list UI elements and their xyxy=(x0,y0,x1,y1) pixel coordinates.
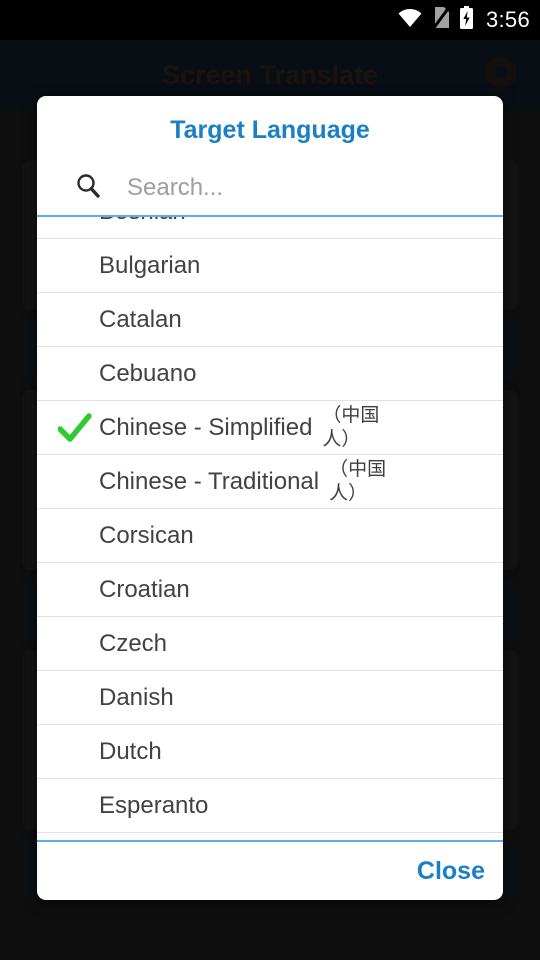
no-sim-icon xyxy=(431,5,452,34)
language-row[interactable]: Cebuano xyxy=(37,347,503,401)
language-row[interactable]: Bulgarian xyxy=(37,239,503,293)
check-icon xyxy=(51,412,99,443)
dialog-title: Target Language xyxy=(170,116,370,144)
wifi-icon xyxy=(397,8,423,33)
language-native-name: （中国人） xyxy=(329,458,387,504)
language-row[interactable]: Bosnian xyxy=(37,217,503,239)
language-label: Corsican xyxy=(99,521,194,549)
language-label: Chinese - Simplified xyxy=(99,413,313,441)
language-row[interactable]: Croatian xyxy=(37,563,503,617)
target-language-dialog: Target Language Search... Bosnian Bulgari… xyxy=(37,96,503,900)
language-label: Catalan xyxy=(99,305,182,333)
language-label: Bulgarian xyxy=(99,251,201,279)
search-icon xyxy=(73,171,103,206)
language-label: Esperanto xyxy=(99,791,209,819)
search-row[interactable]: Search... xyxy=(37,161,503,215)
language-row[interactable]: Estonian xyxy=(37,833,503,840)
language-row[interactable]: Corsican xyxy=(37,509,503,563)
language-label: Cebuano xyxy=(99,359,197,387)
language-row[interactable]: Danish xyxy=(37,671,503,725)
battery-charging-icon xyxy=(459,5,474,35)
dialog-footer: Close xyxy=(37,842,503,900)
language-label: Bosnian xyxy=(99,217,186,226)
language-label: Chinese - Traditional xyxy=(99,467,320,495)
language-label: Czech xyxy=(99,629,168,657)
language-list[interactable]: Bosnian Bulgarian Catalan Cebuano Chinese - … xyxy=(37,215,503,842)
language-label: Danish xyxy=(99,683,174,711)
language-row[interactable]: Dutch xyxy=(37,725,503,779)
language-label: Dutch xyxy=(99,737,162,765)
language-row[interactable]: Chinese - Simplified （中国人） xyxy=(37,401,503,455)
language-row[interactable]: Chinese - Traditional （中国人） xyxy=(37,455,503,509)
language-label: Croatian xyxy=(99,575,190,603)
language-row[interactable]: Catalan xyxy=(37,293,503,347)
close-button[interactable]: Close xyxy=(417,857,485,886)
screen-root: Thank you, you can use all languages unl… xyxy=(0,0,540,960)
search-input[interactable]: Search... xyxy=(127,174,223,202)
language-row[interactable]: Esperanto xyxy=(37,779,503,833)
language-row[interactable]: Czech xyxy=(37,617,503,671)
status-bar: 3:56 xyxy=(0,0,540,40)
status-bar-clock: 3:56 xyxy=(485,7,530,32)
language-native-name: （中国人） xyxy=(322,404,380,450)
